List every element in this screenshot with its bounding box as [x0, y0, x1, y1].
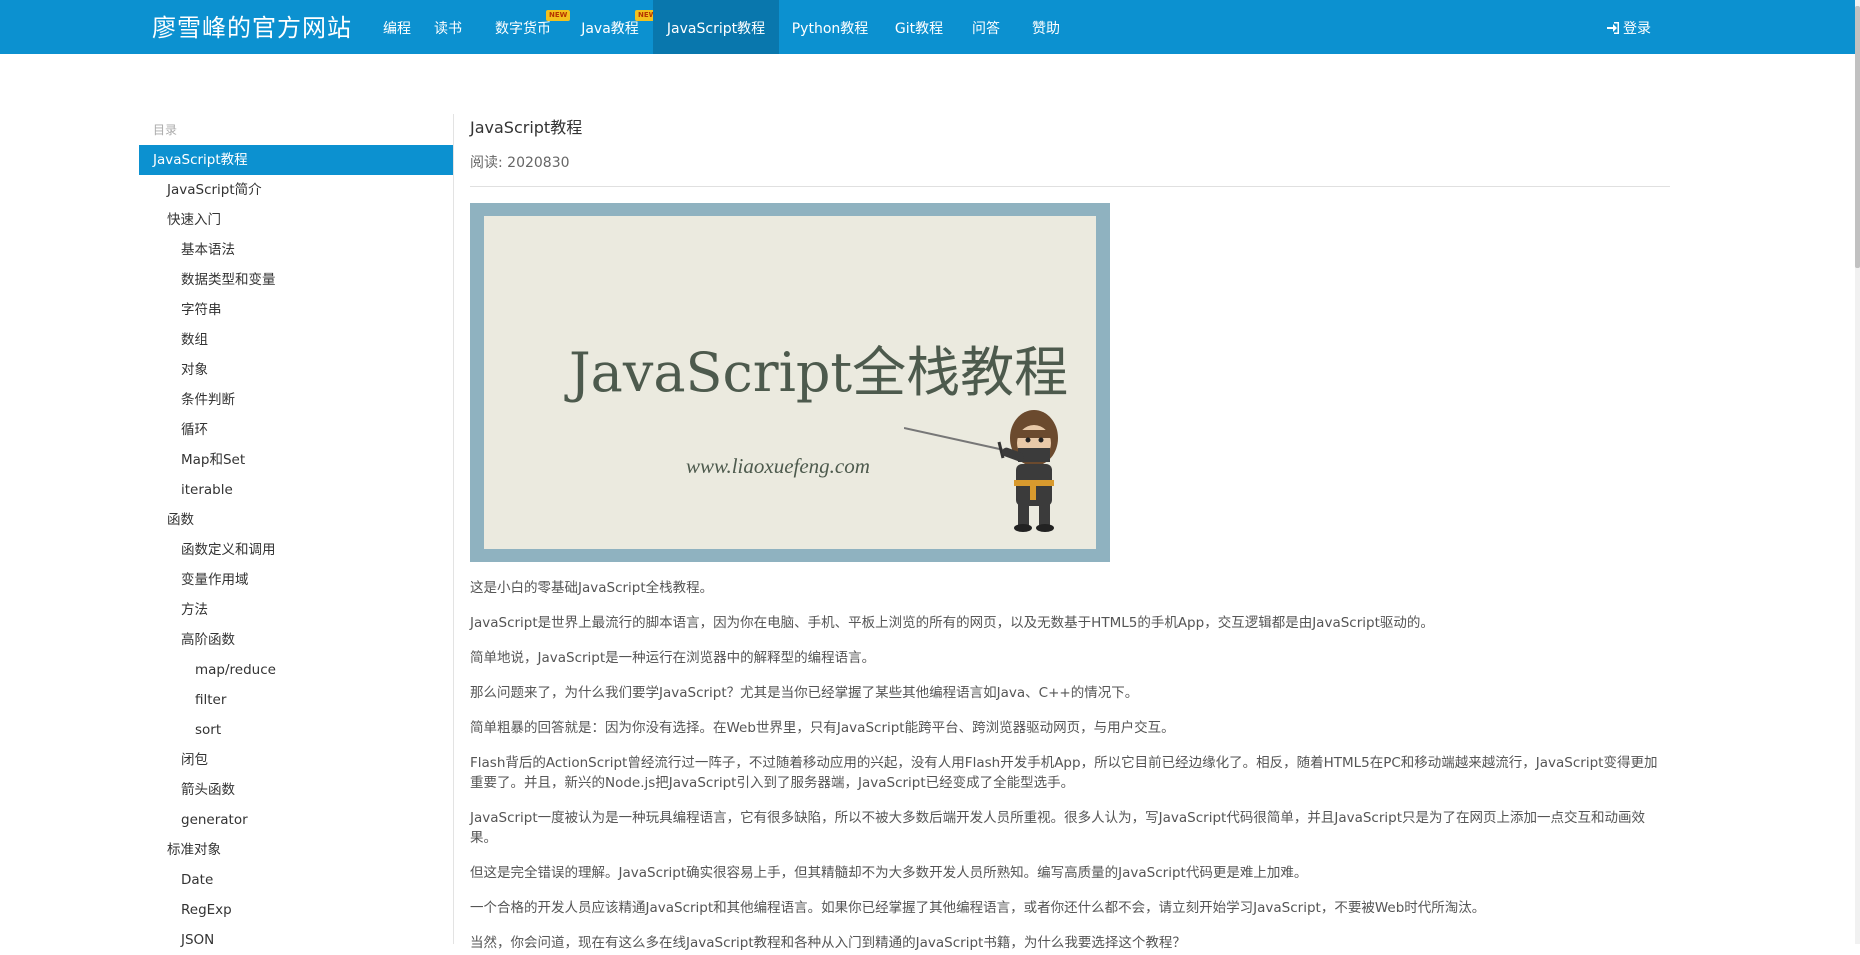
- article-paragraph: JavaScript是世界上最流行的脚本语言，因为你在电脑、手机、平板上浏览的所…: [470, 615, 1434, 631]
- nav-item-label: Python教程: [791, 21, 869, 37]
- nav-item-label: 问答: [972, 21, 1000, 37]
- nav-item-label: JavaScript教程: [666, 21, 766, 37]
- login-link[interactable]: 登录: [1607, 0, 1651, 54]
- ninja-mascot-icon: [904, 410, 1058, 532]
- nav-item-label: 编程: [383, 21, 411, 37]
- new-badge: NEW: [546, 10, 571, 21]
- article-paragraph: JavaScript一度被认为是一种玩具编程语言，它有很多缺陷，所以不被大多数后…: [470, 810, 1646, 846]
- navbar-inner: 廖雪峰的官方网站 编程 读书 数字货币 NEW Java教程 NEW JavaS…: [0, 0, 1855, 54]
- divider: [470, 186, 1670, 187]
- toc-item[interactable]: 基本语法: [139, 235, 453, 265]
- nav-item-label: Java教程: [581, 21, 639, 37]
- article-title: JavaScript教程: [470, 118, 583, 137]
- toc-item[interactable]: 循环: [139, 415, 453, 445]
- toc-item[interactable]: 数据类型和变量: [139, 265, 453, 295]
- hero-paper: JavaScript全栈教程 www.liaoxuefeng.com: [484, 216, 1096, 549]
- toc-item[interactable]: 闭包: [139, 745, 453, 775]
- toc-item[interactable]: 方法: [139, 595, 453, 625]
- article-paragraph: Flash背后的ActionScript曾经流行过一阵子，不过随着移动应用的兴起…: [470, 755, 1658, 791]
- toc-item[interactable]: filter: [139, 685, 453, 715]
- article-paragraph: 当然，你会问道，现在有这么多在线JavaScript教程和各种从入门到精通的Ja…: [470, 935, 1186, 951]
- nav-item-sponsor[interactable]: 赞助: [1030, 0, 1062, 54]
- nav-item-label: 数字货币: [495, 21, 551, 37]
- read-count: 阅读: 2020830: [470, 155, 570, 171]
- nav-item-javascript[interactable]: JavaScript教程: [653, 0, 779, 54]
- site-brand-link[interactable]: 廖雪峰的官方网站: [152, 0, 352, 54]
- nav-item-git[interactable]: Git教程: [893, 0, 945, 54]
- toc-item[interactable]: 变量作用域: [139, 565, 453, 595]
- toc-item[interactable]: 函数定义和调用: [139, 535, 453, 565]
- toc-item[interactable]: generator: [139, 805, 453, 835]
- nav-item-label: 读书: [434, 21, 462, 37]
- article-paragraph: 一个合格的开发人员应该精通JavaScript和其他编程语言。如果你已经掌握了其…: [470, 900, 1486, 916]
- sign-in-icon: [1607, 22, 1619, 34]
- article-paragraph: 这是小白的零基础JavaScript全栈教程。: [470, 580, 714, 596]
- toc-item[interactable]: Date: [139, 865, 453, 895]
- nav-item-crypto[interactable]: 数字货币: [490, 0, 556, 54]
- top-navbar: 廖雪峰的官方网站 编程 读书 数字货币 NEW Java教程 NEW JavaS…: [0, 0, 1855, 54]
- toc-item-javascript-tutorial[interactable]: JavaScript教程: [139, 145, 453, 175]
- toc-item[interactable]: 箭头函数: [139, 775, 453, 805]
- toc-item[interactable]: 数组: [139, 325, 453, 355]
- toc-header: 目录: [153, 123, 178, 137]
- toc-item[interactable]: JavaScript简介: [139, 175, 453, 205]
- toc-item[interactable]: map/reduce: [139, 655, 453, 685]
- toc-item[interactable]: 标准对象: [139, 835, 453, 865]
- nav-item-python[interactable]: Python教程: [790, 0, 870, 54]
- nav-item-java[interactable]: Java教程: [578, 0, 642, 54]
- nav-item-reading[interactable]: 读书: [432, 0, 464, 54]
- nav-item-label: Git教程: [894, 21, 944, 37]
- article-paragraph: 但这是完全错误的理解。JavaScript确实很容易上手，但其精髓却不为大多数开…: [470, 865, 1308, 881]
- toc-item[interactable]: JSON: [139, 925, 453, 955]
- hero-banner-image: JavaScript全栈教程 www.liaoxuefeng.com: [470, 203, 1110, 562]
- article-paragraph: 简单地说，JavaScript是一种运行在浏览器中的解释型的编程语言。: [470, 650, 876, 666]
- toc-item[interactable]: RegExp: [139, 895, 453, 925]
- toc-list: JavaScript教程 JavaScript简介 快速入门 基本语法 数据类型…: [139, 145, 453, 955]
- nav-item-label: 赞助: [1032, 21, 1060, 37]
- toc-item[interactable]: 函数: [139, 505, 453, 535]
- login-label: 登录: [1623, 21, 1651, 37]
- toc-item[interactable]: sort: [139, 715, 453, 745]
- article-paragraph: 那么问题来了，为什么我们要学JavaScript？尤其是当你已经掌握了某些其他编…: [470, 685, 1139, 701]
- nav-item-programming[interactable]: 编程: [374, 0, 420, 54]
- toc-item[interactable]: 对象: [139, 355, 453, 385]
- hero-url: www.liaoxuefeng.com: [686, 454, 870, 478]
- article-paragraph: 简单粗暴的回答就是：因为你没有选择。在Web世界里，只有JavaScript能跨…: [470, 720, 1175, 736]
- toc-item[interactable]: Map和Set: [139, 445, 453, 475]
- scrollbar-thumb[interactable]: [1855, 6, 1860, 268]
- toc-item[interactable]: 条件判断: [139, 385, 453, 415]
- toc-item[interactable]: 高阶函数: [139, 625, 453, 655]
- toc-item[interactable]: 字符串: [139, 295, 453, 325]
- toc-item[interactable]: 快速入门: [139, 205, 453, 235]
- nav-item-qa[interactable]: 问答: [970, 0, 1002, 54]
- toc-item[interactable]: iterable: [139, 475, 453, 505]
